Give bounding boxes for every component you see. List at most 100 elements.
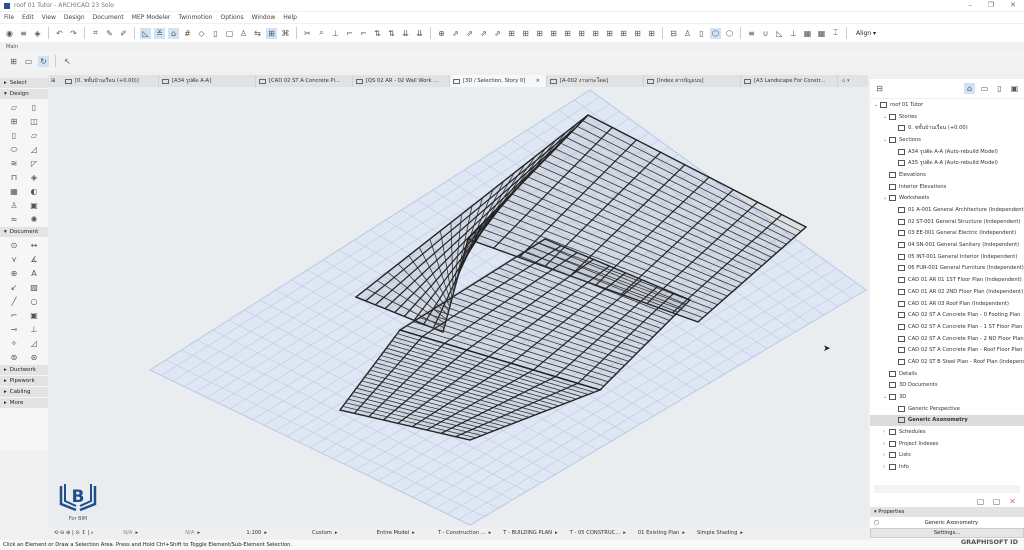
navigator-item[interactable]: CAD 02 ST A Concrete Plan - 2 ND Floor P…: [870, 333, 1024, 345]
navigator-item[interactable]: 3D Documents: [870, 380, 1024, 392]
renovation-filter-selector[interactable]: 01 Existing Plan ▸: [632, 530, 691, 536]
toolbar-tool-icon[interactable]: ◺: [140, 27, 151, 39]
navigator-item[interactable]: 0. ชชั้นบ้านเรือน (+0.00): [870, 122, 1024, 134]
navigator-item[interactable]: 04 SN-001 General Sanitary (Independent): [870, 239, 1024, 251]
menu-document[interactable]: Document: [93, 14, 124, 21]
properties-header[interactable]: ▾ Properties: [870, 507, 1024, 517]
zone-icon[interactable]: ▣: [29, 201, 39, 210]
toolbar-tool-icon[interactable]: ⊞: [632, 28, 643, 39]
navigator-item[interactable]: 02 ST-001 General Structure (Independent…: [870, 216, 1024, 228]
text-icon[interactable]: A: [29, 269, 39, 278]
toolbar-tool-icon[interactable]: ⊞: [506, 28, 517, 39]
slab-icon[interactable]: ⬭: [9, 145, 19, 154]
worksheet-icon[interactable]: ◿: [29, 339, 39, 348]
radial-icon[interactable]: ⊕: [9, 269, 19, 278]
pen-set-selector[interactable]: Custom ▸: [290, 530, 360, 536]
morph-icon[interactable]: ◐: [29, 187, 39, 196]
close-button[interactable]: ✕: [1010, 1, 1016, 9]
navigator-item[interactable]: CAD 02 ST A Concrete Plan - 0 Footing Pl…: [870, 309, 1024, 321]
layer-combination-selector[interactable]: T - Construction ... ▸: [432, 530, 498, 536]
toolbar-tool-icon[interactable]: ⇗: [478, 28, 489, 39]
dimension-selector[interactable]: T - 05 CONSTRUC... ▸: [564, 530, 632, 536]
toolbar-tool-icon[interactable]: ⌶: [830, 28, 841, 39]
toolbar-tool-icon[interactable]: ▯: [210, 28, 221, 39]
navigator-item[interactable]: › Lists: [870, 450, 1024, 462]
toolbar-tool-icon[interactable]: ⌐: [344, 28, 355, 39]
toolbar-tool-icon[interactable]: ⇆: [252, 28, 263, 39]
navigator-item[interactable]: 05 INT-001 General Interior (Independent…: [870, 251, 1024, 263]
navigator-item[interactable]: ⌄ Worksheets: [870, 193, 1024, 205]
toolbar-tool-icon[interactable]: ◈: [32, 28, 43, 39]
elevation-icon[interactable]: ⋎: [9, 255, 19, 264]
toolbar-tool-icon[interactable]: ⊞: [646, 28, 657, 39]
arrow-select-icon[interactable]: ↖: [62, 56, 73, 67]
navigator-item[interactable]: › Project Indexes: [870, 438, 1024, 450]
elevation-marker-icon[interactable]: ⊥: [29, 325, 39, 334]
toolbar-tool-icon[interactable]: ⊕: [436, 28, 447, 39]
curtain-wall-icon[interactable]: ▦: [9, 187, 19, 196]
toolbar-tool-icon[interactable]: ⊞: [534, 28, 545, 39]
toolbar-tool-icon[interactable]: ⬡: [724, 28, 735, 39]
menu-file[interactable]: File: [4, 14, 14, 21]
toolbar-tool-icon[interactable]: ↷: [68, 28, 79, 39]
toolbar-tool-icon[interactable]: ⊞: [618, 28, 629, 39]
menu-design[interactable]: Design: [64, 14, 85, 21]
toolbar-tool-icon[interactable]: ⌗: [90, 28, 101, 39]
fill-icon[interactable]: ▨: [29, 283, 39, 292]
tab-overview-icon[interactable]: ⊞: [48, 78, 62, 84]
toolbox-group-cabling[interactable]: ▸ Cabling: [0, 387, 48, 397]
dimension-icon[interactable]: ↔: [29, 241, 39, 250]
navigator-item[interactable]: ⌄ Stories: [870, 111, 1024, 123]
navigator-item[interactable]: Elevations: [870, 169, 1024, 181]
navigator-item[interactable]: 06 FUR-001 General Furniture (Independen…: [870, 263, 1024, 275]
settings-button[interactable]: Settings...: [870, 528, 1024, 538]
rotation-field[interactable]: N/A ▸: [162, 530, 224, 536]
navigator-options-icon[interactable]: ⊟: [874, 83, 885, 94]
navigator-item[interactable]: Generic Perspective: [870, 403, 1024, 415]
window-icon[interactable]: ⊞: [9, 117, 19, 126]
polyline-icon[interactable]: ⌐: [9, 311, 19, 320]
menu-window[interactable]: Window: [252, 14, 276, 21]
tab-0[interactable]: [0. ชชั้นบ้านเรือน (+0.00)]: [62, 75, 159, 87]
mesh-icon[interactable]: ◈: [29, 173, 39, 182]
tab-close-button[interactable]: ×: [536, 78, 540, 84]
toolbar-tool-icon[interactable]: #: [182, 28, 193, 39]
toolbox-group-document[interactable]: ▾ Document: [0, 227, 48, 237]
toolbar-tool-icon[interactable]: ⌐: [358, 28, 369, 39]
corner-window-icon[interactable]: ◫: [29, 117, 39, 126]
lamp-icon[interactable]: ✺: [29, 215, 39, 224]
minimize-button[interactable]: –: [968, 1, 972, 9]
tab-7[interactable]: [A3 Landscape For Constr...: [741, 75, 838, 87]
section-icon[interactable]: ⊸: [9, 325, 19, 334]
3d-style-selector[interactable]: Simple Shading ▸: [691, 530, 749, 536]
graphisoft-id-button[interactable]: GRAPHISOFT ID: [961, 538, 1018, 546]
object-icon[interactable]: ♙: [9, 201, 19, 210]
toolbar-tool-icon[interactable]: ⊞: [562, 28, 573, 39]
navigator-item[interactable]: Details: [870, 368, 1024, 380]
toolbar-tool-icon[interactable]: ✐: [118, 28, 129, 39]
navigator-item[interactable]: A35 รูปตัด A-A (Auto-rebuild Model): [870, 157, 1024, 169]
toolbar-tool-icon[interactable]: ▦: [816, 28, 827, 39]
camera-icon[interactable]: ⊛: [29, 353, 39, 362]
stair-icon[interactable]: ≋: [9, 159, 19, 168]
toolbar-tool-icon[interactable]: ⇗: [450, 28, 461, 39]
column-icon[interactable]: ▯: [9, 131, 19, 140]
level-icon[interactable]: ⊙: [9, 241, 19, 250]
toolbar-tool-icon[interactable]: ♙: [238, 28, 249, 39]
project-map-icon[interactable]: ⌂: [964, 83, 975, 94]
navigator-item[interactable]: ⌄ Sections: [870, 134, 1024, 146]
navigator-item[interactable]: CAD 02 ST A Concrete Plan - Roof Floor P…: [870, 344, 1024, 356]
navigator-item[interactable]: Generic Axonometry: [870, 414, 1024, 427]
3d-viewport[interactable]: B For BIM ➤: [48, 87, 868, 527]
door-icon[interactable]: ▯: [29, 103, 39, 112]
navigator-item[interactable]: › Info: [870, 461, 1024, 473]
toolbar-tool-icon[interactable]: ⇗: [464, 28, 475, 39]
model-view-options-selector[interactable]: T - BUILDING PLAN ▸: [497, 530, 563, 536]
toolbar-tool-icon[interactable]: ⇗: [492, 28, 503, 39]
line-icon[interactable]: ╱: [9, 297, 19, 306]
toolbar-tool-icon[interactable]: ⊥: [788, 28, 799, 39]
toolbar-tool-icon[interactable]: ⊞: [266, 27, 277, 39]
toolbar-tool-icon[interactable]: ✂: [302, 28, 313, 39]
toolbar-tool-icon[interactable]: ▯: [696, 28, 707, 39]
navigator-item[interactable]: CAD 02 ST B Steel Plan - Roof Plan (Inde…: [870, 356, 1024, 368]
